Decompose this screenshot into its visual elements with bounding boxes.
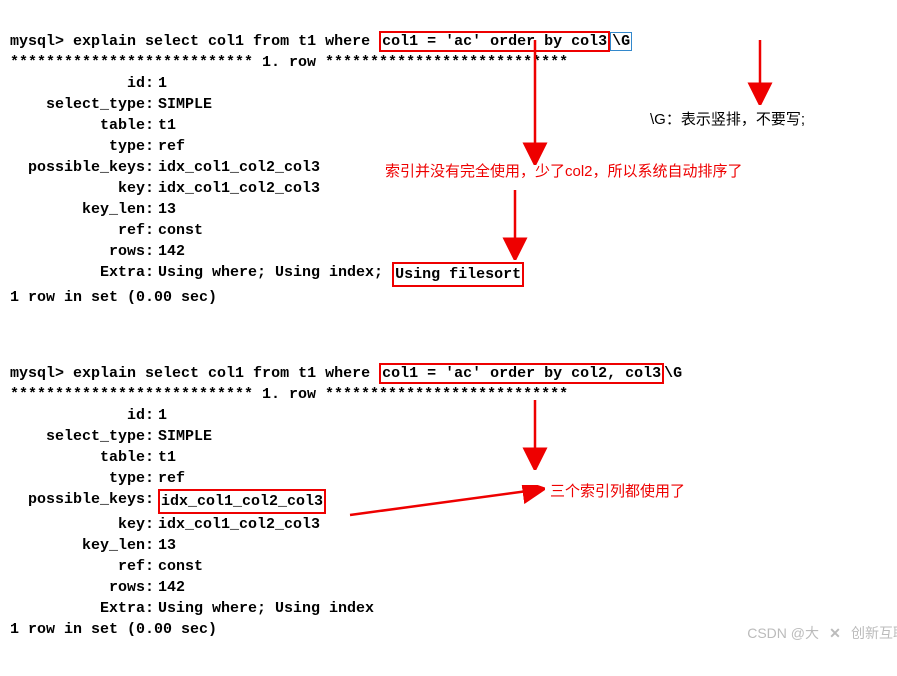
field-val-id: 1 xyxy=(158,405,167,426)
field-val-table: t1 xyxy=(158,115,176,136)
field-val-possible_keys: idx_col1_col2_col3 xyxy=(158,157,320,178)
field-label-ref: ref xyxy=(10,556,145,577)
field-val-select_type: SIMPLE xyxy=(158,94,212,115)
field-label-type: type xyxy=(10,136,145,157)
field-val-type: ref xyxy=(158,136,185,157)
g-annotation: \G：表示竖排，不要写; xyxy=(650,108,805,129)
possible-keys-box: idx_col1_col2_col3 xyxy=(158,489,326,514)
field-val-ref: const xyxy=(158,220,203,241)
watermark-logo-icon: ✕ xyxy=(823,621,847,645)
terminal-block-1: mysql> explain select col1 from t1 where… xyxy=(10,10,897,308)
field-val-key_len: 13 xyxy=(158,199,176,220)
field-label-possible_keys: possible_keys xyxy=(10,489,145,514)
watermark-text-1: CSDN @大 xyxy=(747,623,819,643)
field-label-id: id xyxy=(10,405,145,426)
field-label-select_type: select_type xyxy=(10,426,145,447)
field-val-rows: 142 xyxy=(158,577,185,598)
field-label-ref: ref xyxy=(10,220,145,241)
prompt: mysql> xyxy=(10,365,64,382)
field-label-key_len: key_len xyxy=(10,199,145,220)
field-label-key_len: key_len xyxy=(10,535,145,556)
index-incomplete-annotation: 索引并没有完全使用，少了col2，所以系统自动排序了 xyxy=(385,160,743,181)
field-label-select_type: select_type xyxy=(10,94,145,115)
row-separator: *************************** 1. row *****… xyxy=(10,54,568,71)
g-switch: \G xyxy=(664,365,682,382)
field-val-table: t1 xyxy=(158,447,176,468)
field-label-table: table xyxy=(10,447,145,468)
field-val-type: ref xyxy=(158,468,185,489)
field-label-extra: Extra xyxy=(10,598,145,619)
prompt: mysql> xyxy=(10,33,64,50)
field-label-rows: rows xyxy=(10,241,145,262)
watermark: CSDN @大 ✕ 创新互联 xyxy=(747,621,897,645)
g-switch: \G xyxy=(610,32,632,51)
field-label-table: table xyxy=(10,115,145,136)
sql-cmd-prefix: explain select col1 from t1 where xyxy=(73,33,379,50)
terminal-block-2: mysql> explain select col1 from t1 where… xyxy=(10,342,897,640)
field-label-type: type xyxy=(10,468,145,489)
result-footer: 1 row in set (0.00 sec) xyxy=(10,289,217,306)
result-footer: 1 row in set (0.00 sec) xyxy=(10,621,217,638)
field-label-key: key xyxy=(10,178,145,199)
field-val-rows: 142 xyxy=(158,241,185,262)
field-label-possible_keys: possible_keys xyxy=(10,157,145,178)
field-label-rows: rows xyxy=(10,577,145,598)
field-val-extra: Using where; Using index xyxy=(158,598,374,619)
where-order-clause: col1 = 'ac' order by col3 xyxy=(379,31,610,52)
field-val-key_len: 13 xyxy=(158,535,176,556)
field-label-id: id xyxy=(10,73,145,94)
using-filesort-box: Using filesort xyxy=(392,262,524,287)
where-order-clause: col1 = 'ac' order by col2, col3 xyxy=(379,363,664,384)
field-val-key: idx_col1_col2_col3 xyxy=(158,178,320,199)
row-separator: *************************** 1. row *****… xyxy=(10,386,568,403)
field-val-id: 1 xyxy=(158,73,167,94)
field-val-key: idx_col1_col2_col3 xyxy=(158,514,320,535)
field-label-extra: Extra xyxy=(10,262,145,287)
field-val-extra-prefix: Using where; Using index; xyxy=(158,262,392,287)
sql-cmd-prefix: explain select col1 from t1 where xyxy=(73,365,379,382)
field-val-select_type: SIMPLE xyxy=(158,426,212,447)
watermark-text-2: 创新互联 xyxy=(851,623,897,643)
field-val-ref: const xyxy=(158,556,203,577)
field-label-key: key xyxy=(10,514,145,535)
all-indexes-used-annotation: 三个索引列都使用了 xyxy=(550,480,685,501)
